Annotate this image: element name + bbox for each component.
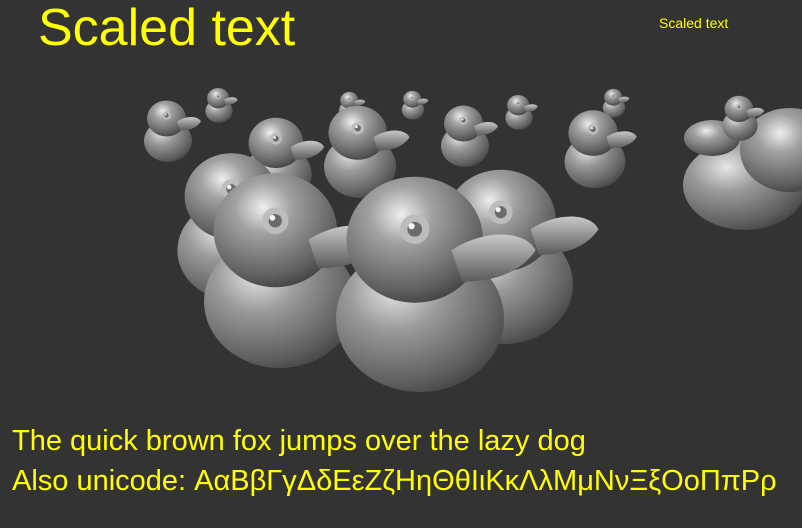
rubber-duck-icon (144, 100, 201, 162)
rubber-duck-icon (505, 94, 538, 130)
rubber-duck-icon (441, 105, 498, 167)
render-viewport[interactable]: Scaled text Scaled text The quick brown … (0, 0, 802, 528)
sample-text-line: The quick brown fox jumps over the lazy … (12, 425, 586, 457)
rubber-duck-icon (205, 87, 238, 123)
scaled-text-large: Scaled text (38, 0, 296, 57)
rubber-duck-icon (401, 90, 429, 120)
unicode-text-line: Also unicode: ΑαΒβΓγΔδΕεΖζΗηΘθΙιΚκΛλΜμΝν… (12, 465, 777, 497)
rubber-duck-icon (602, 88, 630, 118)
scaled-text-small: Scaled text (659, 15, 729, 31)
rubber-duck-icon (683, 95, 802, 230)
rubber-duck-icon (564, 110, 637, 189)
